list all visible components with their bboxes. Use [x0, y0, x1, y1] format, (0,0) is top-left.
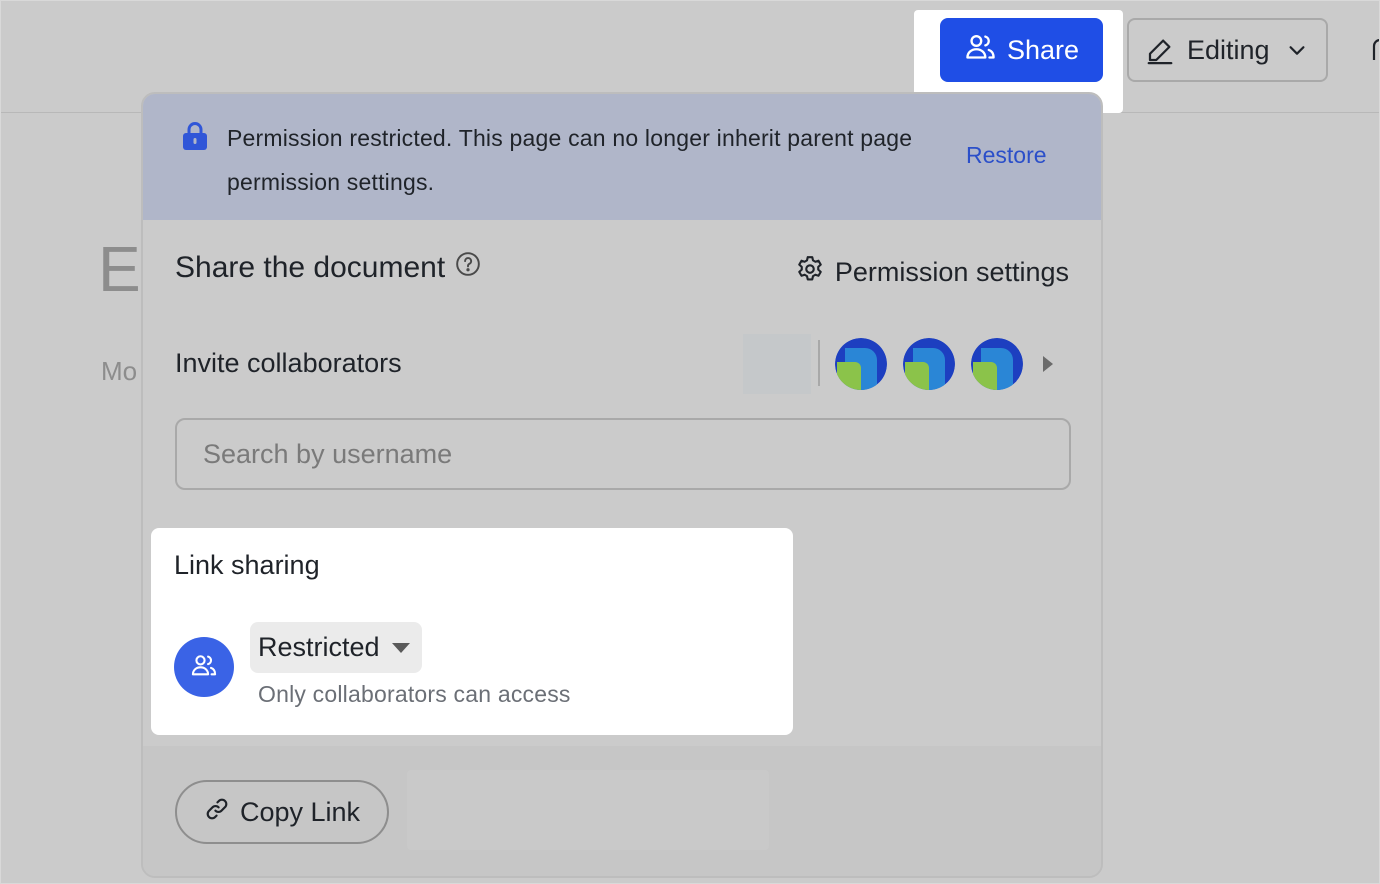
help-icon[interactable] — [455, 251, 481, 285]
chevron-down-icon — [1282, 39, 1308, 61]
lock-icon — [181, 121, 209, 151]
collaborator-divider — [818, 340, 820, 386]
link-access-description: Only collaborators can access — [258, 681, 571, 707]
document-title-fragment: E — [98, 233, 141, 305]
share-heading: Share the document — [175, 251, 481, 285]
permission-banner-message: Permission restricted. This page can no … — [227, 125, 913, 195]
collaborator-avatar[interactable] — [971, 338, 1023, 390]
restore-link[interactable]: Restore — [966, 142, 1047, 169]
caret-down-icon — [391, 642, 410, 653]
copy-link-label: Copy Link — [239, 796, 361, 827]
permission-settings-label: Permission settings — [834, 257, 1069, 287]
share-heading-label: Share the document — [175, 251, 446, 284]
caret-right-icon[interactable] — [1043, 356, 1053, 372]
invite-collaborators-label: Invite collaborators — [175, 348, 402, 378]
document-text-fragment: Mo — [101, 356, 138, 386]
share-panel: Permission restricted. This page can no … — [141, 92, 1103, 878]
blurred-collaborator — [743, 334, 811, 394]
link-sharing-card: Link sharing Restricted Only collaborato… — [151, 528, 793, 735]
link-access-avatar — [174, 637, 234, 697]
link-icon — [204, 796, 230, 829]
link-sharing-title: Link sharing — [174, 550, 320, 580]
gear-icon — [795, 254, 825, 291]
search-username-input[interactable] — [175, 418, 1071, 490]
pencil-icon — [1145, 35, 1175, 65]
copy-link-button[interactable]: Copy Link — [175, 780, 389, 844]
editing-mode-label: Editing — [1187, 34, 1270, 65]
permission-banner: Permission restricted. This page can no … — [143, 94, 1101, 220]
permission-settings-button[interactable]: Permission settings — [795, 254, 1069, 291]
link-access-level: Restricted — [258, 632, 380, 662]
link-access-dropdown[interactable]: Restricted — [250, 622, 422, 673]
blurred-footer-content — [407, 770, 769, 850]
collaborator-avatar[interactable] — [903, 338, 955, 390]
editing-mode-dropdown[interactable]: Editing — [1127, 18, 1328, 82]
notification-icon[interactable] — [1366, 36, 1380, 64]
share-button-label: Share — [1006, 34, 1080, 65]
collaborator-avatar[interactable] — [835, 338, 887, 390]
users-icon — [190, 651, 218, 684]
share-button[interactable]: Share — [940, 18, 1103, 82]
users-icon — [964, 30, 997, 70]
